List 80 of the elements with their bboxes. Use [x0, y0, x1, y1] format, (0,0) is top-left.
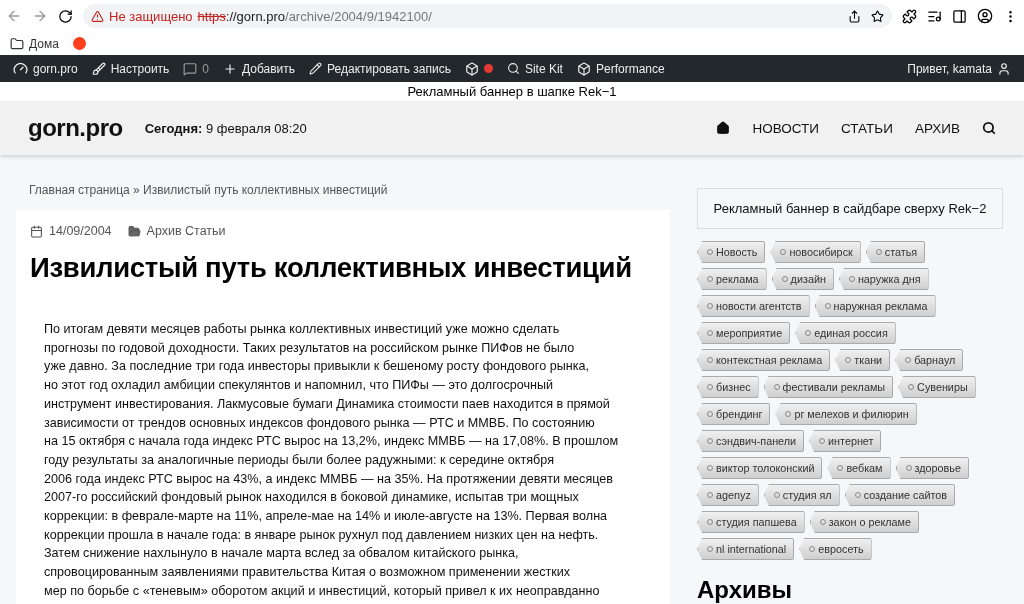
- date-text: Сегодня: 9 февраля 08:20: [144, 120, 307, 136]
- share-icon[interactable]: [848, 9, 861, 23]
- home-icon[interactable]: [716, 121, 731, 135]
- nav-link[interactable]: АРХИВ: [914, 120, 960, 136]
- user-icon[interactable]: [997, 61, 1011, 76]
- dashboard-icon: [13, 61, 28, 76]
- tag-link[interactable]: nl international: [697, 538, 795, 560]
- category-link[interactable]: Архив Статьи: [146, 224, 226, 238]
- tag-link[interactable]: реклама: [697, 268, 767, 290]
- plugin-icon: [464, 61, 479, 76]
- tag-link[interactable]: вебкам: [827, 457, 891, 479]
- warning-icon: [91, 9, 104, 23]
- tag-link[interactable]: студия ял: [763, 484, 840, 506]
- back-icon[interactable]: [6, 8, 22, 24]
- site-logo[interactable]: gorn.pro: [28, 114, 123, 142]
- folder-icon: [127, 224, 141, 238]
- tag-link[interactable]: закон о рекламе: [809, 511, 920, 533]
- admin-bar-item[interactable]: Настроить: [84, 61, 177, 76]
- search-icon[interactable]: [982, 121, 996, 135]
- url-text: https://gorn.pro/archive/2004/9/1942100/: [197, 8, 432, 24]
- ad-banner: Рекламный баннер в шапке Rek−1: [0, 82, 1024, 101]
- tag-link[interactable]: ткани: [835, 349, 891, 371]
- tag-link[interactable]: брендинг: [697, 403, 771, 425]
- tag-link[interactable]: евросеть: [799, 538, 872, 560]
- tag-link[interactable]: интернет: [809, 430, 882, 452]
- tag-link[interactable]: контекстная реклама: [697, 349, 831, 371]
- breadcrumb-link[interactable]: Главная страница: [29, 183, 130, 197]
- profile-icon[interactable]: [977, 8, 993, 24]
- star-icon[interactable]: [871, 9, 884, 23]
- comment-icon: [183, 61, 198, 76]
- tag-link[interactable]: мероприятие: [697, 322, 791, 344]
- tag-link[interactable]: Сувениры: [898, 376, 976, 398]
- plus-icon: [223, 61, 238, 76]
- address-bar[interactable]: Не защищено https://gorn.pro/archive/2004/9/1942100/: [83, 4, 892, 28]
- tag-link[interactable]: сэндвич-панели: [697, 430, 805, 452]
- tag-link[interactable]: виктор толоконский: [697, 457, 823, 479]
- tag-link[interactable]: рг мелехов и филюрин: [775, 403, 917, 425]
- article-text: По итогам девяти месяцев работы рынка коллективных инвестиций уже можно сделать прогнозы по годовой доходности. Таких результатов на российском рынке ПИФов не было уже давно. За последние три года инвесторы привыкли к бешеному росту фондового рынка, но этот год охладил амбиции спекулянтов и напомнил, что ПИФы — это долгосрочный инструмент инвестирования. Лакмусовые бумаги Динамика стоимости паев находится в прямой зависимости от трендов основных индексов фондового рынка — РТС и ММВБ. По состоянию на 15 октября с начала года индекс РТС вырос на 13,2%, индекс ММВБ — на 17,08%. В прошлом году результаты за аналогичные периоды были более радужными: к середине октября 2006 года индекс РТС вырос на 43%, а индекс ММВБ — на 35%. На протяжении девяти месяцев 2007-го российский фондовый рынок находился в боковой динамике, испытав три мощных коррекции: в феврале-марте на 11%, апреле-мае на 14% и июле-августе на 13%. Первая волна коррекции прошла в начале года: в январе рынок рухнул под давлением низких цен на нефть. Затем снижение нахлынуло в начале марта вслед за обвалом китайского рынка, спровоцированным заявлениями правительства Китая о возможном применении жестких мер по борьбе с «теневым» оборотом акций и инвестиций, который привел к их неоправданно: [44, 321, 620, 600]
- greeting-link[interactable]: Привет, kamata: [907, 61, 992, 76]
- tag-link[interactable]: фестивали рекламы: [763, 376, 894, 398]
- tag-link[interactable]: здоровье: [895, 457, 969, 479]
- admin-bar-item[interactable]: Performance: [569, 61, 672, 76]
- breadcrumb: Главная страница » Извилистый путь коллективных инвестиций: [29, 183, 389, 197]
- tag-link[interactable]: дизайн: [771, 268, 834, 290]
- forward-icon[interactable]: [32, 8, 48, 24]
- tag-link[interactable]: статья: [865, 241, 926, 263]
- reload-icon[interactable]: [58, 8, 73, 24]
- nav-link[interactable]: СТАТЬИ: [841, 120, 893, 136]
- tag-link[interactable]: создание сайтов: [844, 484, 956, 506]
- tag-link[interactable]: новости агентств: [697, 295, 810, 317]
- sidebar-icon[interactable]: [952, 8, 967, 24]
- tag-link[interactable]: Новость: [697, 241, 766, 263]
- security-label: Не защищено: [109, 8, 193, 24]
- admin-bar-item[interactable]: gorn.pro: [6, 61, 85, 76]
- playlist-icon[interactable]: [927, 8, 942, 24]
- ad-banner: Рекламный баннер в сайдбаре сверху Rek−2: [697, 188, 1003, 229]
- tag-link[interactable]: студия папшева: [697, 511, 805, 533]
- cube-icon: [576, 61, 591, 76]
- post-date: 14/09/2004: [49, 224, 112, 238]
- tag-link[interactable]: agenyz: [697, 484, 759, 506]
- tag-link[interactable]: наружная реклама: [814, 295, 936, 317]
- tag-link[interactable]: новосибирск: [770, 241, 861, 263]
- tag-link[interactable]: бизнес: [697, 376, 759, 398]
- admin-bar-item[interactable]: Добавить: [216, 61, 303, 76]
- tag-link[interactable]: барнаул: [895, 349, 964, 371]
- admin-bar-item[interactable]: 0: [176, 61, 217, 76]
- status-dot: [483, 64, 493, 73]
- folder-icon[interactable]: [10, 36, 24, 51]
- tag-link[interactable]: единая россия: [795, 322, 896, 344]
- admin-bar-item[interactable]: Site Kit: [499, 61, 570, 76]
- nav-link[interactable]: НОВОСТИ: [752, 120, 819, 136]
- section-heading: Архивы: [697, 576, 794, 604]
- brush-icon: [91, 61, 106, 76]
- calendar-icon: [30, 224, 43, 238]
- admin-bar-item[interactable]: Редактировать запись: [302, 61, 458, 76]
- pencil-icon: [309, 62, 323, 75]
- article-title: Извилистый путь коллективных инвестиций: [30, 252, 633, 284]
- extension-icon[interactable]: [902, 8, 917, 24]
- bookmark-item[interactable]: Дома: [29, 36, 59, 51]
- tag-link[interactable]: наружка дня: [838, 268, 929, 290]
